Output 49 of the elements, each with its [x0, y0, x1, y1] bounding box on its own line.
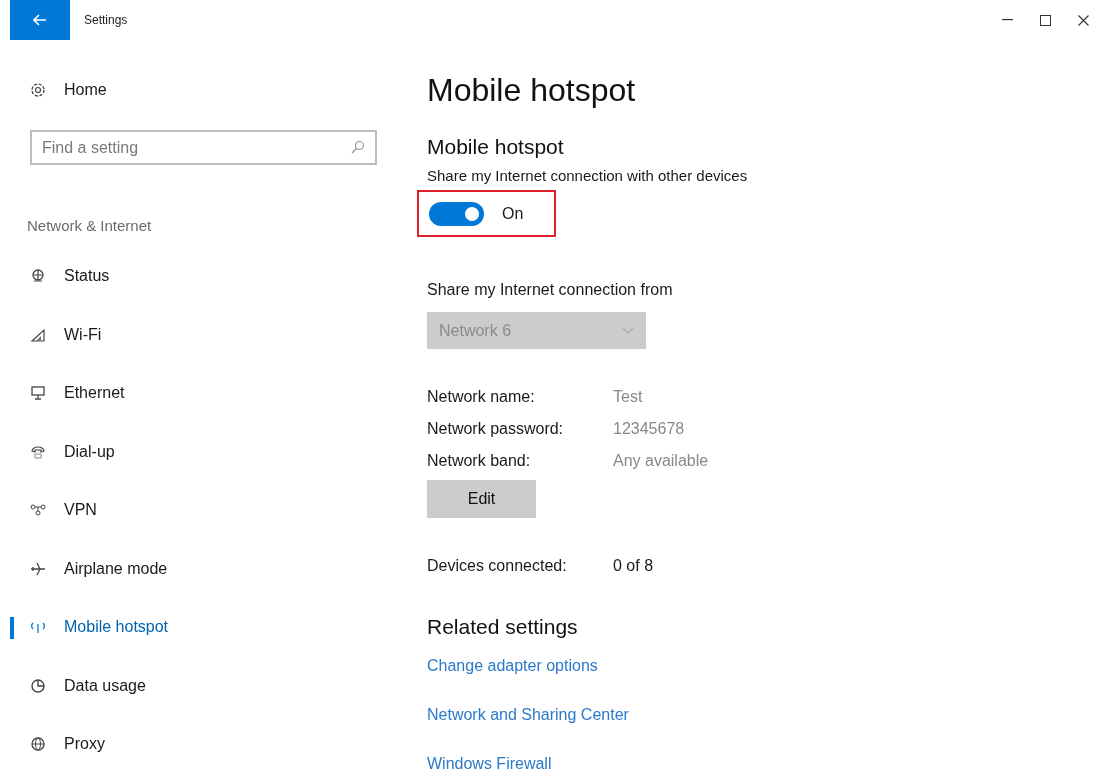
monitor-icon: [30, 385, 46, 402]
globe-icon: [30, 268, 46, 285]
maximize-icon: [1039, 14, 1051, 26]
search-icon: [351, 140, 365, 154]
nav-item[interactable]: Dial-up: [0, 422, 397, 481]
field-label: Network password:: [427, 419, 565, 439]
pie-chart-icon: [30, 677, 46, 694]
selection-indicator: [10, 617, 14, 639]
toggle-switch[interactable]: [429, 201, 484, 226]
related-link[interactable]: Network and Sharing Center: [427, 703, 629, 723]
nav-item[interactable]: Airplane mode: [0, 539, 397, 598]
search-field[interactable]: Find a setting: [30, 130, 377, 165]
nav-item[interactable]: Status: [0, 247, 397, 306]
wifi-signal-icon: [30, 326, 46, 343]
toggle-label: On: [502, 203, 524, 224]
nav-item[interactable]: VPN: [0, 481, 397, 540]
field-value: Test: [613, 387, 643, 407]
related-link[interactable]: Windows Firewall: [427, 752, 552, 772]
home-item[interactable]: Home: [0, 70, 397, 110]
network-nodes-icon: [30, 502, 46, 519]
chevron-down-icon: [622, 327, 634, 334]
back-arrow-icon: [33, 14, 47, 26]
related-link[interactable]: Change adapter options: [427, 654, 598, 674]
nav-item[interactable]: Proxy: [0, 715, 397, 772]
page-title: Mobile hotspot: [427, 71, 636, 110]
description-text: Share my Internet connection with other devices: [427, 165, 748, 186]
nav-item[interactable]: Wi-Fi: [0, 305, 397, 364]
gear-icon: [30, 82, 46, 98]
back-button[interactable]: [10, 0, 70, 40]
airplane-icon: [30, 560, 46, 577]
window-title: Settings: [84, 12, 128, 29]
section-heading: Network & Internet: [27, 215, 152, 236]
field-value: 12345678: [613, 419, 685, 439]
nav-item[interactable]: Mobile hotspot: [0, 598, 397, 657]
close-icon: [1077, 14, 1089, 26]
field-value: Any available: [613, 451, 709, 471]
nav-item[interactable]: Ethernet: [0, 364, 397, 423]
nav-item[interactable]: Data usage: [0, 656, 397, 715]
field-label: Network name:: [427, 387, 536, 407]
phone-icon: [30, 443, 46, 460]
section-heading: Related settings: [427, 614, 578, 641]
globe-icon: [30, 736, 46, 753]
field-label: Network band:: [427, 451, 532, 471]
minimize-icon: [1001, 19, 1013, 21]
field-label: Share my Internet connection from: [427, 280, 673, 300]
edit-button[interactable]: Edit: [427, 480, 536, 518]
section-heading: Mobile hotspot: [427, 134, 564, 161]
field-value: 0 of 8: [613, 556, 654, 576]
field-label: Devices connected:: [427, 556, 568, 576]
